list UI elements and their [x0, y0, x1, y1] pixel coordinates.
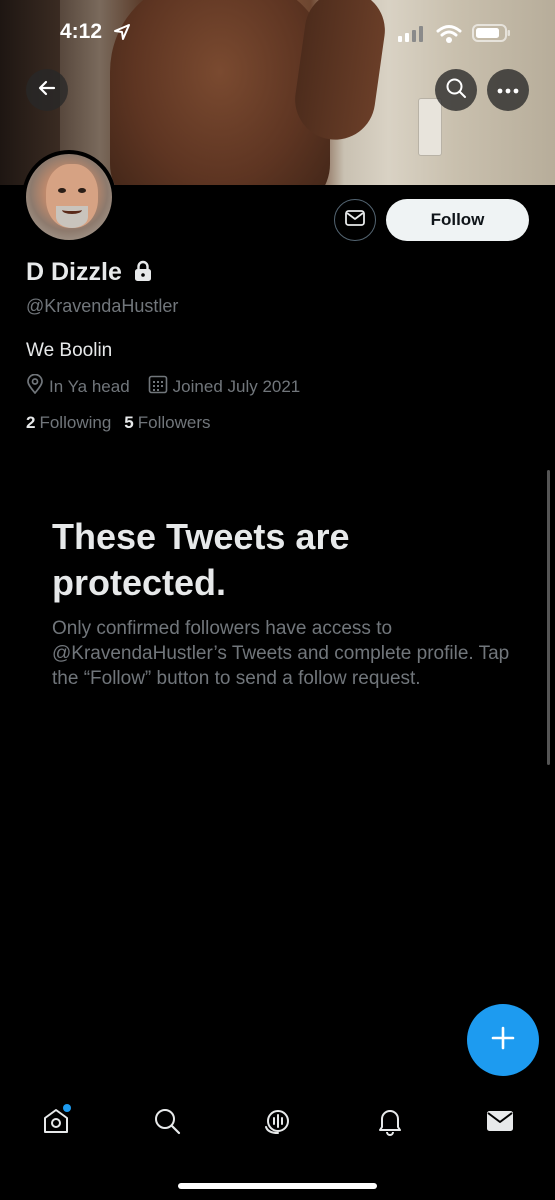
protected-title: These Tweets are protected. [52, 516, 350, 603]
envelope-icon [345, 209, 365, 231]
search-icon [445, 77, 467, 104]
lock-icon [132, 260, 154, 287]
profile-meta: In Ya head Joined July 2021 [26, 373, 318, 399]
profile-location: In Ya head [26, 373, 130, 399]
location-text: In Ya head [49, 376, 130, 396]
location-arrow-icon [114, 24, 130, 45]
compose-tweet-button[interactable] [467, 1004, 539, 1076]
nav-messages[interactable] [483, 1106, 517, 1140]
protected-description: Only confirmed followers have access to … [52, 618, 510, 689]
followers-label: Followers [137, 413, 211, 432]
message-button[interactable] [334, 199, 376, 241]
more-options-button[interactable] [487, 69, 529, 111]
spaces-icon [262, 1105, 294, 1142]
following-count: 2 [26, 413, 36, 432]
profile-handle: @KravendaHustler [26, 296, 179, 316]
nav-notifications[interactable] [373, 1106, 407, 1140]
mail-icon [485, 1108, 515, 1139]
joined-text: Joined July 2021 [172, 376, 301, 396]
following-link[interactable]: 2 Following [26, 413, 111, 433]
followers-link[interactable]: 5 Followers [124, 413, 210, 433]
status-bar: 4:12 [0, 18, 555, 48]
cellular-signal-icon [398, 26, 424, 47]
search-button[interactable] [435, 69, 477, 111]
home-indicator[interactable] [178, 1183, 377, 1189]
home-unread-dot [63, 1104, 71, 1112]
calendar-icon [148, 374, 173, 399]
display-name: D Dizzle [26, 258, 122, 286]
wifi-icon [436, 24, 462, 49]
following-label: Following [39, 413, 112, 432]
arrow-left-icon [37, 78, 57, 103]
battery-icon [472, 23, 512, 48]
followers-count: 5 [124, 413, 134, 432]
profile-joined: Joined July 2021 [148, 374, 301, 399]
profile-bio: We Boolin [26, 340, 113, 361]
banner-outlet [418, 98, 442, 156]
avatar[interactable] [22, 150, 116, 244]
follow-button[interactable]: Follow [386, 199, 529, 241]
nav-spaces[interactable] [261, 1106, 295, 1140]
location-pin-icon [26, 373, 49, 399]
nav-search[interactable] [150, 1106, 184, 1140]
back-button[interactable] [26, 69, 68, 111]
more-icon [497, 81, 519, 99]
status-time: 4:12 [60, 20, 103, 43]
follow-counts: 2 Following 5 Followers [26, 413, 224, 433]
plus-icon [490, 1025, 516, 1056]
bottom-navigation [0, 1100, 555, 1150]
bell-icon [375, 1106, 405, 1141]
search-icon [152, 1106, 182, 1141]
profile-name-row: D Dizzle [26, 258, 154, 287]
scrollbar[interactable] [547, 470, 550, 765]
